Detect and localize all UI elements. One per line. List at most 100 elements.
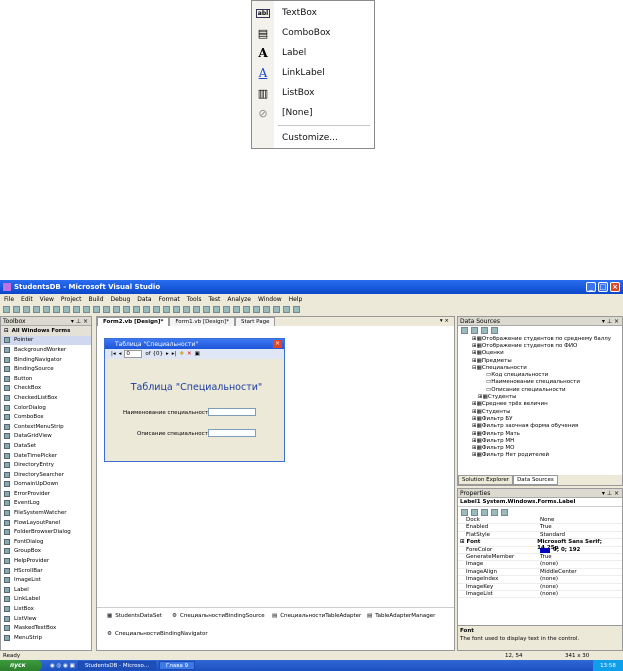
toolbox-item[interactable]: DomainUpDown: [1, 480, 91, 490]
alphabetical-icon[interactable]: [471, 508, 478, 516]
property-row-font[interactable]: ⊞ FontMicrosoft Sans Serif; 14,25p: [458, 539, 622, 551]
property-row[interactable]: FlatStyle Standard: [458, 532, 622, 540]
specialty-desc-field[interactable]: [208, 429, 256, 437]
menu-item-linklabel[interactable]: A LinkLabel: [252, 63, 374, 83]
toolbox-item[interactable]: ComboBox: [1, 412, 91, 422]
menu-item-none[interactable]: ⊘ [None]: [252, 103, 374, 123]
maximize-button[interactable]: □: [598, 282, 608, 292]
tree-item[interactable]: ⊞▦ Студенты: [458, 408, 622, 415]
toolbox-item[interactable]: BindingSource: [1, 364, 91, 374]
toolbox-item[interactable]: ListBox: [1, 604, 91, 614]
toolbox-item[interactable]: FileSystemWatcher: [1, 508, 91, 518]
menu-help[interactable]: Help: [289, 296, 303, 303]
nav-delete-icon[interactable]: ✕: [187, 351, 192, 357]
tab-form1-design[interactable]: Form1.vb [Design]*: [169, 317, 235, 326]
tree-item[interactable]: ⊟▦ Специальности: [458, 364, 622, 371]
menu-item-label[interactable]: A Label: [252, 43, 374, 63]
toolbar-button[interactable]: [33, 305, 40, 313]
tree-item[interactable]: ⊞▦ Фильтр Мать: [458, 430, 622, 437]
tree-item[interactable]: ⊞▦ Отображение студентов по ФИО: [458, 342, 622, 349]
toolbox-group[interactable]: ⊟ All Windows Forms: [1, 326, 91, 336]
pin-icon[interactable]: ▾ ⊥ ×: [602, 490, 619, 497]
properties-icon[interactable]: [481, 508, 488, 516]
tray-adaptermanager[interactable]: ▤ TableAdapterManager: [367, 613, 435, 619]
categorized-icon[interactable]: [461, 508, 468, 516]
property-row-forecolor[interactable]: ForeColor 0; 0; 192: [458, 547, 622, 554]
toolbar-button[interactable]: [43, 305, 50, 313]
tree-item[interactable]: ⊞▦ Фильтр МО: [458, 444, 622, 451]
property-row[interactable]: Image (none): [458, 561, 622, 569]
toolbox-item[interactable]: EventLog: [1, 499, 91, 509]
tray-dataset[interactable]: ▦ StudentsDataSet: [107, 613, 162, 619]
property-row[interactable]: ImageAlign MiddleCenter: [458, 569, 622, 577]
taskbar-item-vs[interactable]: StudentsDB - Microso...: [77, 661, 157, 670]
toolbox-item[interactable]: FolderBrowserDialog: [1, 527, 91, 537]
menu-analyze[interactable]: Analyze: [227, 296, 251, 303]
tray-bindingsource[interactable]: ⚙ СпециальностиBindingSource: [172, 613, 265, 619]
toolbar-button[interactable]: [263, 305, 270, 313]
menu-item-listbox[interactable]: ▥ ListBox: [252, 83, 374, 103]
close-button[interactable]: ×: [610, 282, 620, 292]
toolbar-button[interactable]: [253, 305, 260, 313]
tree-item[interactable]: ⊞▦ Оценки: [458, 350, 622, 357]
toolbox-item[interactable]: DataGridView: [1, 432, 91, 442]
menu-test[interactable]: Test: [209, 296, 221, 303]
toolbox-item[interactable]: HScrollBar: [1, 566, 91, 576]
menu-view[interactable]: View: [40, 296, 54, 303]
toolbox-item[interactable]: DateTimePicker: [1, 451, 91, 461]
toolbox-item[interactable]: Label: [1, 585, 91, 595]
taskbar-item-folder[interactable]: Глава 9: [159, 661, 196, 670]
minimize-button[interactable]: _: [586, 282, 596, 292]
binding-navigator[interactable]: |◂ ◂ 0 of {0} ▸ ▸| ✚ ✕ ▣: [105, 349, 284, 359]
toolbox-item[interactable]: GroupBox: [1, 547, 91, 557]
menu-data[interactable]: Data: [137, 296, 151, 303]
tree-item[interactable]: ▭ Код специальности: [458, 371, 622, 378]
menu-item-textbox[interactable]: abl TextBox: [252, 3, 374, 23]
toolbox-item[interactable]: ColorDialog: [1, 403, 91, 413]
toolbox-item[interactable]: ImageList: [1, 575, 91, 585]
tab-start-page[interactable]: Start Page: [234, 317, 276, 326]
tray-bindingnavigator[interactable]: ⚙ СпециальностиBindingNavigator: [107, 631, 208, 637]
toolbar-button[interactable]: [293, 305, 300, 313]
quick-launch-icons[interactable]: ◉ ◎ ◉ ▣: [50, 663, 75, 669]
toolbar-button[interactable]: [173, 305, 180, 313]
tree-item[interactable]: ⊞▦ Фильтр Нет родителей: [458, 452, 622, 459]
toolbox-item[interactable]: FlowLayoutPanel: [1, 518, 91, 528]
toolbar-button[interactable]: [83, 305, 90, 313]
toolbox-item[interactable]: Button: [1, 374, 91, 384]
events-icon[interactable]: [491, 508, 498, 516]
tree-item[interactable]: ⊞▦ Фильтр БУ: [458, 415, 622, 422]
pin-icon[interactable]: ▾ ⊥ ×: [71, 318, 88, 325]
nav-add-icon[interactable]: ✚: [179, 351, 184, 357]
configure-icon[interactable]: [481, 327, 488, 334]
start-button[interactable]: пуск: [0, 660, 42, 671]
tab-solution-explorer[interactable]: Solution Explorer: [458, 475, 514, 485]
toolbar-button[interactable]: [213, 305, 220, 313]
specialty-name-field[interactable]: [208, 408, 256, 416]
property-row[interactable]: ImageKey (none): [458, 584, 622, 591]
toolbar-button[interactable]: [183, 305, 190, 313]
toolbar-button[interactable]: [93, 305, 100, 313]
toolbar-button[interactable]: [53, 305, 60, 313]
menu-tools[interactable]: Tools: [187, 296, 202, 303]
menu-window[interactable]: Window: [258, 296, 282, 303]
tree-item[interactable]: ⊞▦ Среднее трёх величин: [458, 401, 622, 408]
toolbar-button[interactable]: [203, 305, 210, 313]
toolbox-item[interactable]: LinkLabel: [1, 595, 91, 605]
close-doc-icon[interactable]: ▾ ×: [435, 317, 454, 326]
nav-last-icon[interactable]: ▸|: [172, 351, 177, 357]
tree-item[interactable]: ⊞▦ Фильтр заочная форма обучения: [458, 423, 622, 430]
toolbar-button[interactable]: [163, 305, 170, 313]
add-source-icon[interactable]: [461, 327, 468, 334]
toolbox-item[interactable]: MaskedTextBox: [1, 623, 91, 633]
tree-item[interactable]: ▭ Описание специальности: [458, 386, 622, 393]
tab-form2-design[interactable]: Form2.vb [Design]*: [97, 317, 170, 326]
pin-icon[interactable]: ▾ ⊥ ×: [602, 318, 619, 325]
toolbar-button[interactable]: [63, 305, 70, 313]
property-row[interactable]: Enabled True: [458, 524, 622, 532]
menu-debug[interactable]: Debug: [111, 296, 131, 303]
toolbox-item[interactable]: DataSet: [1, 441, 91, 451]
property-row[interactable]: GenerateMember True: [458, 554, 622, 562]
tree-item[interactable]: ⊞▦ Отображение студентов по среднему бал…: [458, 335, 622, 342]
toolbox-item[interactable]: CheckedListBox: [1, 393, 91, 403]
